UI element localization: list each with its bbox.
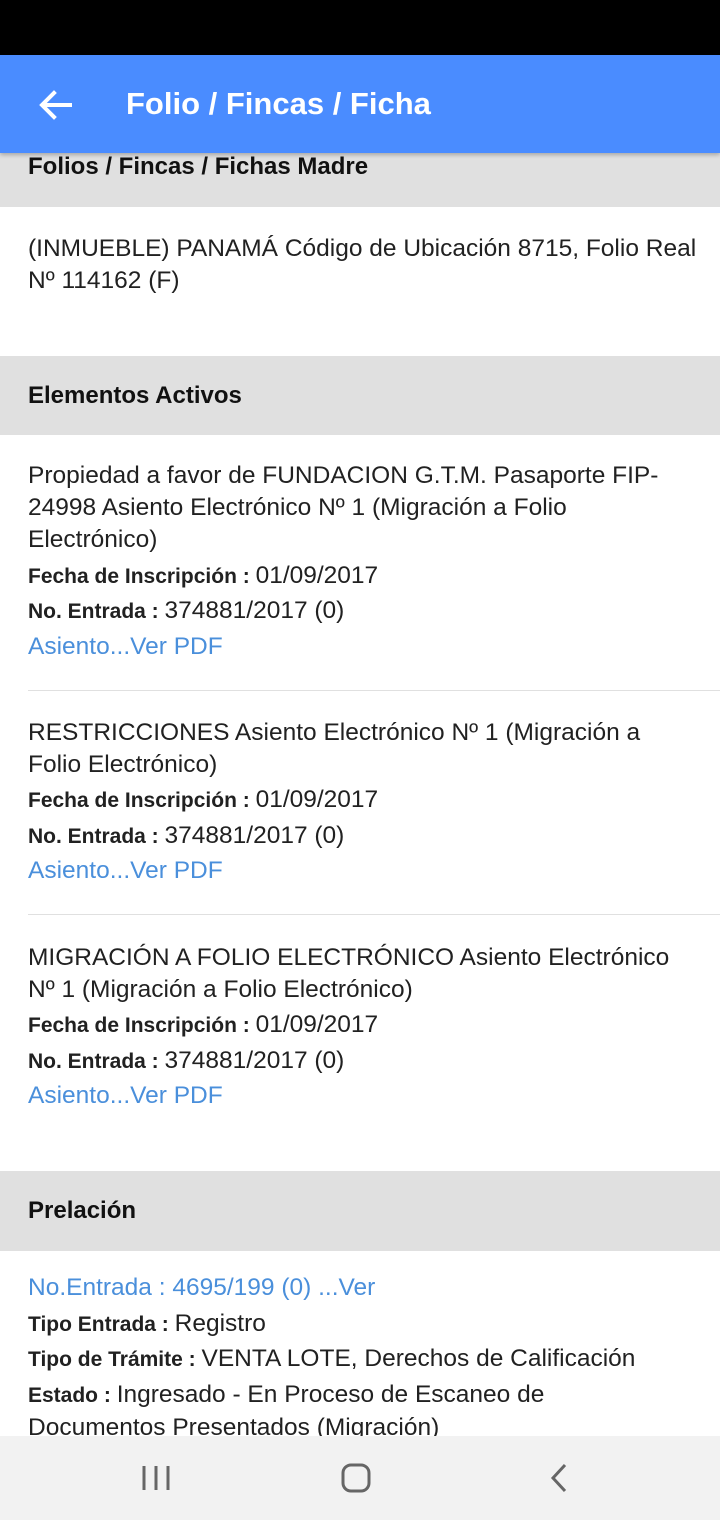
- asiento-ver-pdf-link[interactable]: Asiento...Ver PDF: [28, 1080, 223, 1112]
- no-entrada-value: 374881/2017 (0): [164, 1047, 345, 1074]
- system-back-button[interactable]: [530, 1456, 590, 1500]
- asiento-ver-pdf-link[interactable]: Asiento...Ver PDF: [28, 631, 223, 663]
- tipo-tramite-label: Tipo de Trámite :: [28, 1348, 202, 1371]
- fecha-inscripcion-label: Fecha de Inscripción :: [28, 1014, 256, 1037]
- page-title: Folio / Fincas / Ficha: [126, 86, 431, 121]
- fecha-inscripcion-row: Fecha de Inscripción : 01/09/2017: [28, 560, 708, 593]
- estado-row: Estado : Ingresado - En Proceso de Escan…: [28, 1379, 628, 1436]
- home-icon: [341, 1463, 371, 1493]
- fecha-inscripcion-value: 01/09/2017: [255, 786, 379, 813]
- fecha-inscripcion-row: Fecha de Inscripción : 01/09/2017: [28, 1009, 708, 1042]
- no-entrada-value: 374881/2017 (0): [164, 597, 345, 624]
- content-scroll[interactable]: Folios / Fincas / Fichas Madre (INMUEBLE…: [0, 153, 720, 1436]
- section-header-prelacion: Prelación: [0, 1171, 720, 1251]
- fecha-inscripcion-row: Fecha de Inscripción : 01/09/2017: [28, 784, 708, 817]
- status-bar: [0, 0, 720, 55]
- fecha-inscripcion-label: Fecha de Inscripción :: [28, 789, 256, 812]
- tipo-entrada-label: Tipo Entrada :: [28, 1313, 175, 1336]
- tipo-entrada-value: Registro: [174, 1310, 266, 1337]
- tipo-entrada-row: Tipo Entrada : Registro: [28, 1308, 708, 1341]
- home-button[interactable]: [326, 1456, 386, 1500]
- no-entrada-value: 374881/2017 (0): [164, 822, 345, 849]
- divider: [28, 914, 720, 915]
- elemento-description: MIGRACIÓN A FOLIO ELECTRÓNICO Asiento El…: [28, 944, 670, 1003]
- fecha-inscripcion-value: 01/09/2017: [255, 562, 379, 589]
- tipo-tramite-row: Tipo de Trámite : VENTA LOTE, Derechos d…: [28, 1343, 708, 1376]
- fecha-inscripcion-label: Fecha de Inscripción :: [28, 565, 256, 588]
- app-bar: Folio / Fincas / Ficha: [0, 55, 720, 153]
- arrow-left-icon: [39, 90, 72, 120]
- no-entrada-label: No. Entrada :: [28, 1050, 165, 1073]
- no-entrada-row: No. Entrada : 374881/2017 (0): [28, 595, 708, 628]
- asiento-ver-pdf-link[interactable]: Asiento...Ver PDF: [28, 855, 223, 887]
- fecha-inscripcion-value: 01/09/2017: [255, 1011, 379, 1038]
- no-entrada-row: No. Entrada : 374881/2017 (0): [28, 820, 708, 853]
- estado-label: Estado :: [28, 1384, 117, 1407]
- folio-madre-text: (INMUEBLE) PANAMÁ Código de Ubicación 87…: [28, 235, 697, 294]
- system-nav-bar: [0, 1436, 720, 1520]
- no-entrada-row: No. Entrada : 374881/2017 (0): [28, 1045, 708, 1078]
- no-entrada-label: No. Entrada :: [28, 600, 165, 623]
- section-header-elementos-activos: Elementos Activos: [0, 356, 720, 435]
- recent-apps-icon: [142, 1466, 170, 1490]
- no-entrada-label: No. Entrada :: [28, 825, 165, 848]
- divider: [28, 690, 720, 691]
- tipo-tramite-value: VENTA LOTE, Derechos de Calificación: [201, 1345, 636, 1372]
- elemento-description: Propiedad a favor de FUNDACION G.T.M. Pa…: [28, 462, 659, 553]
- back-chevron-icon: [550, 1463, 567, 1493]
- elemento-description: RESTRICCIONES Asiento Electrónico Nº 1 (…: [28, 719, 641, 778]
- recents-button[interactable]: [126, 1456, 186, 1500]
- no-entrada-ver-link[interactable]: No.Entrada : 4695/199 (0) ...Ver: [28, 1272, 375, 1304]
- section-header-folios-madre: Folios / Fincas / Fichas Madre: [0, 153, 720, 207]
- back-button[interactable]: [34, 83, 78, 127]
